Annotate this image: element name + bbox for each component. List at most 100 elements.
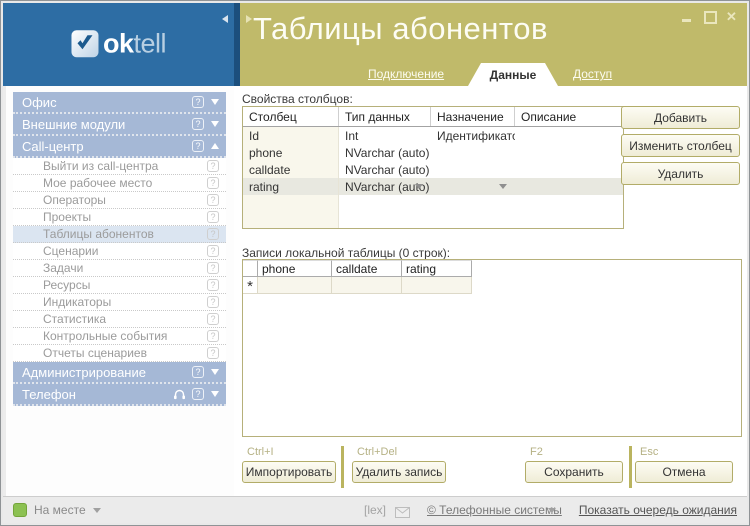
sidebar-item-subscriber-tables[interactable]: Таблицы абонентов (13, 226, 226, 243)
cell-purpose (431, 161, 515, 178)
cell-type-dropdown[interactable]: NVarchar (auto) (339, 178, 431, 195)
sidebar-item-indicators[interactable]: Индикаторы (13, 294, 226, 311)
column-buttons: Добавить Изменить столбец Удалить (621, 106, 740, 190)
sidebar-item-scenarios[interactable]: Сценарии (13, 243, 226, 260)
collapse-sidebar-icon[interactable] (222, 15, 228, 23)
help-icon[interactable] (207, 313, 219, 325)
help-icon[interactable] (207, 330, 219, 342)
help-icon[interactable] (207, 194, 219, 206)
sidebar-group-administration[interactable]: Администрирование (13, 362, 226, 384)
sidebar-group-call-center[interactable]: Call-центр (13, 136, 226, 158)
cell-column: Id (243, 127, 339, 144)
help-icon[interactable] (207, 228, 219, 240)
copyright-link[interactable]: © Телефонные системы (427, 497, 562, 523)
new-record-cell[interactable] (402, 277, 472, 294)
cancel-button[interactable]: Отмена (635, 461, 733, 483)
oktell-logo-icon (71, 30, 98, 57)
sidebar-item-scenario-reports[interactable]: Отчеты сценариев (13, 345, 226, 362)
help-icon[interactable] (207, 347, 219, 359)
sidebar-group-external-modules[interactable]: Внешние модули (13, 114, 226, 136)
window-controls: ✕ (681, 10, 738, 23)
mail-icon[interactable] (395, 505, 410, 523)
sidebar-item-projects[interactable]: Проекты (13, 209, 226, 226)
new-record-cell[interactable] (258, 277, 332, 294)
help-icon[interactable] (207, 245, 219, 257)
presence-selector[interactable]: На месте (34, 497, 86, 523)
column-header[interactable]: Назначение (431, 107, 515, 126)
chevron-down-icon (211, 369, 219, 375)
sidebar-item-operators[interactable]: Операторы (13, 192, 226, 209)
sidebar-group-office[interactable]: Офис (13, 92, 226, 114)
dropdown-arrow-icon[interactable] (415, 184, 423, 189)
delete-column-button[interactable]: Удалить (621, 162, 740, 185)
help-icon[interactable] (192, 140, 204, 152)
help-icon[interactable] (207, 262, 219, 274)
footer-separator (629, 446, 632, 488)
records-column-header[interactable]: rating (402, 260, 472, 277)
column-header[interactable]: Описание (515, 107, 623, 126)
table-row[interactable]: Id Int Идентификатор (243, 127, 623, 144)
records-panel[interactable]: phone calldate rating * (242, 259, 742, 437)
save-button[interactable]: Сохранить (525, 461, 623, 483)
chevron-down-icon (211, 121, 219, 127)
records-grid: phone calldate rating * (243, 260, 472, 294)
delete-record-button[interactable]: Удалить запись (352, 461, 446, 483)
import-button[interactable]: Импортировать (242, 461, 336, 483)
help-icon[interactable] (192, 388, 204, 400)
status-bar: На месте [lex] © Телефонные системы Пока… (3, 496, 747, 523)
records-column-header[interactable]: phone (258, 260, 332, 277)
edit-column-button[interactable]: Изменить столбец (621, 134, 740, 157)
column-header[interactable]: Тип данных (339, 107, 431, 126)
columns-table-header: Столбец Тип данных Назначение Описание (243, 107, 623, 127)
sidebar-item-label: Выйти из call-центра (43, 159, 207, 173)
records-grid-header: phone calldate rating (243, 260, 472, 277)
tab-access[interactable]: Доступ (573, 67, 612, 81)
sidebar-item-tasks[interactable]: Задачи (13, 260, 226, 277)
cell-purpose (431, 144, 515, 161)
logo-panel: ok tell (3, 3, 234, 86)
show-waiting-queue-link[interactable]: Показать очередь ожидания (579, 497, 737, 523)
new-record-cell[interactable] (332, 277, 402, 294)
tab-connection[interactable]: Подключение (368, 67, 444, 81)
check-icon (75, 34, 94, 53)
chevron-down-icon[interactable] (93, 508, 101, 513)
sidebar-group-phone[interactable]: Телефон (13, 384, 226, 406)
sidebar-group-label: Офис (22, 95, 192, 110)
columns-table[interactable]: Столбец Тип данных Назначение Описание I… (242, 106, 624, 229)
help-icon[interactable] (207, 160, 219, 172)
delete-record-group: Ctrl+Del Удалить запись (352, 446, 446, 483)
help-icon[interactable] (207, 211, 219, 223)
help-icon[interactable] (207, 177, 219, 189)
help-icon[interactable] (207, 279, 219, 291)
sidebar-item-control-events[interactable]: Контрольные события (13, 328, 226, 345)
minimize-button[interactable] (681, 10, 694, 23)
tab-data[interactable]: Данные (468, 63, 558, 86)
sidebar-item-exit-call-center[interactable]: Выйти из call-центра (13, 158, 226, 175)
cell-column: calldate (243, 161, 339, 178)
sidebar-item-statistics[interactable]: Статистика (13, 311, 226, 328)
help-icon[interactable] (192, 96, 204, 108)
sidebar-item-label: Ресурсы (43, 278, 207, 292)
import-group: Ctrl+I Импортировать (242, 446, 336, 483)
help-icon[interactable] (192, 366, 204, 378)
table-row[interactable]: phone NVarchar (auto) (243, 144, 623, 161)
cell-purpose: Идентификатор (431, 127, 515, 144)
add-column-button[interactable]: Добавить (621, 106, 740, 129)
records-column-header[interactable]: calldate (332, 260, 402, 277)
table-row[interactable]: calldate NVarchar (auto) (243, 161, 623, 178)
maximize-button[interactable] (703, 10, 716, 23)
column-header[interactable]: Столбец (243, 107, 339, 126)
user-login: [lex] (364, 497, 386, 523)
help-icon[interactable] (207, 296, 219, 308)
dropdown-arrow-icon[interactable] (499, 184, 507, 189)
expand-panel-icon[interactable] (246, 15, 252, 23)
help-icon[interactable] (192, 118, 204, 130)
oktell-logo: ok tell (71, 28, 166, 59)
close-button[interactable]: ✕ (725, 10, 738, 23)
cell-purpose-dropdown[interactable] (431, 178, 515, 195)
sidebar-item-my-workplace[interactable]: Мое рабочее место (13, 175, 226, 192)
sidebar-item-resources[interactable]: Ресурсы (13, 277, 226, 294)
new-record-row[interactable]: * (243, 277, 472, 294)
chevron-down-icon[interactable] (548, 508, 556, 513)
table-row-selected[interactable]: rating NVarchar (auto) (243, 178, 623, 195)
